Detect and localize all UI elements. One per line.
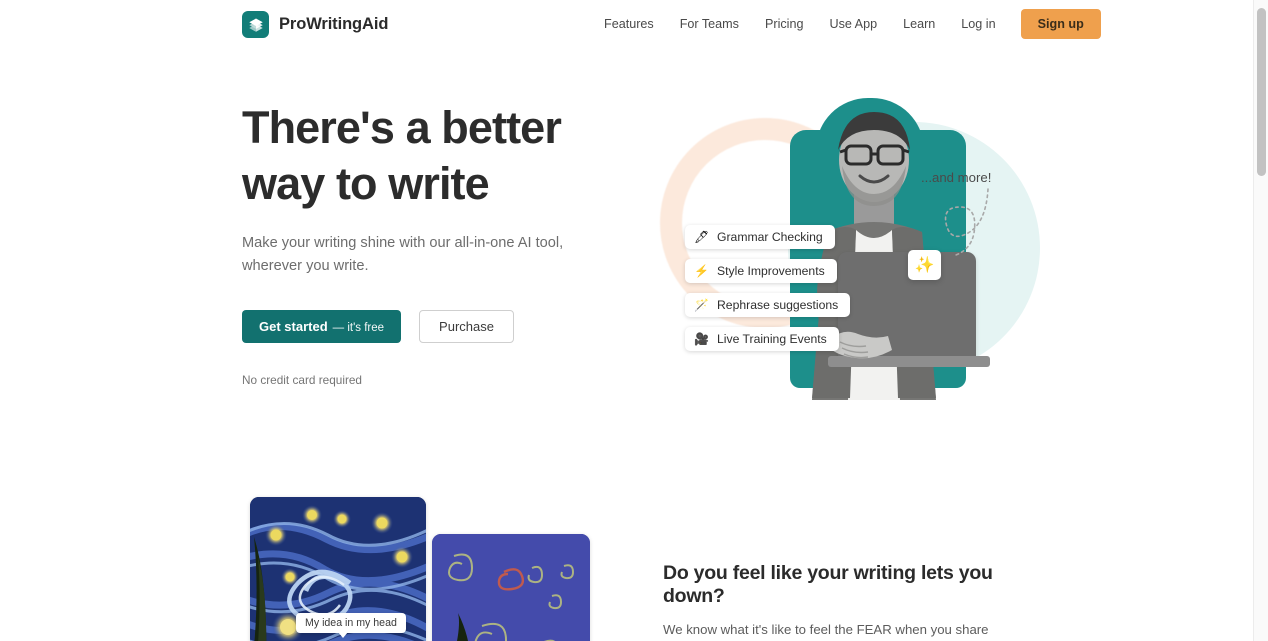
- get-started-label: Get started: [259, 319, 328, 334]
- hero-illustration: ✨ ...and more! 🖋 Grammar Checking ⚡ Styl…: [640, 60, 1060, 400]
- stacked-pages-logo-icon: [242, 11, 269, 38]
- feature-pill-label: Live Training Events: [717, 332, 827, 346]
- writing-confidence-copy: Do you feel like your writing lets you d…: [663, 562, 1015, 641]
- purchase-button[interactable]: Purchase: [419, 310, 514, 343]
- page-scrollbar-track[interactable]: [1253, 0, 1268, 641]
- plain-doodle-image: [432, 534, 590, 641]
- dotted-arrow-icon: [944, 188, 989, 256]
- writing-confidence-section: My idea in my head Do you feel like your…: [0, 470, 1254, 641]
- page-root: ProWritingAid Features For Teams Pricing…: [0, 0, 1268, 641]
- lightning-bolt-icon: ⚡: [694, 264, 709, 278]
- get-started-button[interactable]: Get started — it's free: [242, 310, 402, 343]
- and-more-label: ...and more!: [921, 170, 992, 185]
- nav-item-use-app[interactable]: Use App: [816, 0, 890, 48]
- hero-copy: There's a better way to write Make your …: [242, 100, 602, 387]
- no-credit-card-note: No credit card required: [242, 373, 362, 387]
- hero-section: There's a better way to write Make your …: [0, 0, 1254, 470]
- main-navigation: Features For Teams Pricing Use App Learn…: [604, 0, 1101, 48]
- hero-cta-row: Get started — it's free Purchase: [242, 310, 602, 343]
- feature-pill-grammar-checking[interactable]: 🖋 Grammar Checking: [685, 225, 835, 249]
- site-header: ProWritingAid Features For Teams Pricing…: [0, 0, 1254, 48]
- hero-title: There's a better way to write: [242, 100, 602, 212]
- nav-item-pricing[interactable]: Pricing: [752, 0, 817, 48]
- feature-pill-list: 🖋 Grammar Checking ⚡ Style Improvements …: [685, 225, 851, 351]
- feature-pill-label: Rephrase suggestions: [717, 298, 839, 312]
- pen-nib-icon: 🖋: [694, 230, 710, 244]
- section-title: Do you feel like your writing lets you d…: [663, 562, 993, 607]
- hero-title-line-1: There's a better: [242, 102, 562, 153]
- brand-logo-link[interactable]: ProWritingAid: [242, 11, 388, 38]
- hero-title-line-2: way to write: [242, 158, 490, 209]
- signup-button[interactable]: Sign up: [1020, 9, 1101, 39]
- magic-wand-icon: 🪄: [694, 298, 709, 312]
- section-body: We know what it's like to feel the FEAR …: [663, 622, 989, 637]
- feature-pill-live-training-events[interactable]: 🎥 Live Training Events: [685, 327, 839, 351]
- doodle-swirls-icon: [432, 534, 590, 641]
- brand-name: ProWritingAid: [279, 15, 389, 33]
- starry-night-image: My idea in my head: [250, 497, 426, 641]
- nav-item-log-in[interactable]: Log in: [948, 0, 1008, 48]
- video-camera-icon: 🎥: [694, 332, 709, 346]
- feature-pill-label: Style Improvements: [717, 264, 825, 278]
- feature-pill-label: Grammar Checking: [717, 230, 823, 244]
- feature-pill-rephrase-suggestions[interactable]: 🪄 Rephrase suggestions: [685, 293, 851, 317]
- get-started-sublabel: — it's free: [332, 322, 385, 334]
- idea-vs-page-illustration: My idea in my head: [242, 495, 602, 641]
- nav-item-features[interactable]: Features: [604, 0, 667, 48]
- page-scrollbar-thumb[interactable]: [1257, 8, 1266, 176]
- hero-subtitle: Make your writing shine with our all-in-…: [242, 235, 564, 274]
- my-idea-caption: My idea in my head: [296, 613, 406, 638]
- nav-item-for-teams[interactable]: For Teams: [667, 0, 752, 48]
- nav-item-learn[interactable]: Learn: [890, 0, 948, 48]
- feature-pill-style-improvements[interactable]: ⚡ Style Improvements: [685, 259, 837, 283]
